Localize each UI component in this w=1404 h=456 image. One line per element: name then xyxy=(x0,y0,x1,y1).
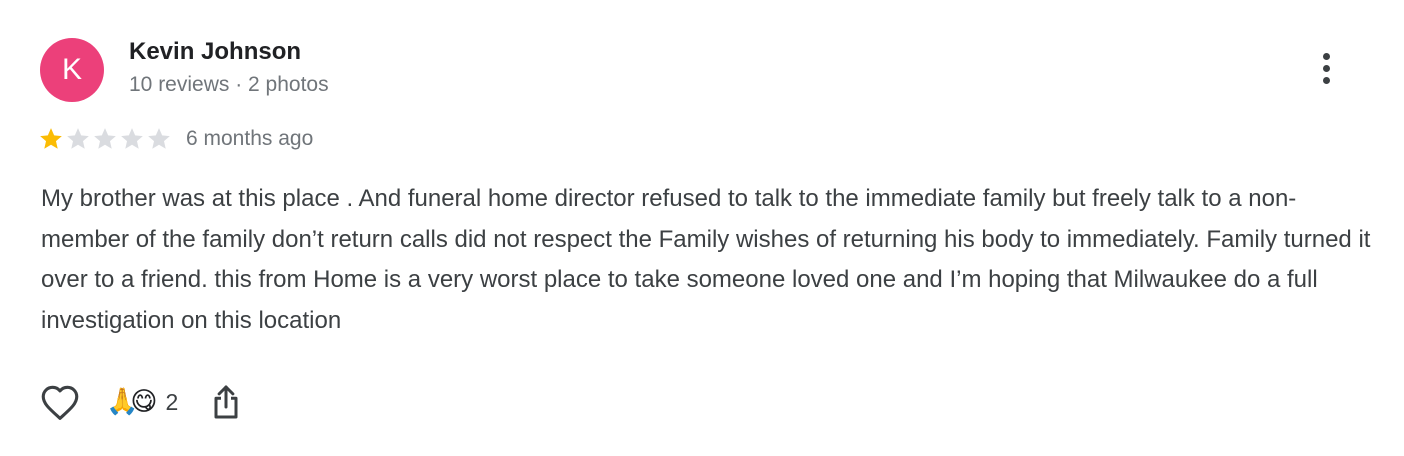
avatar[interactable]: K xyxy=(40,38,104,102)
reaction-count: 2 xyxy=(165,388,179,415)
star-empty-icon xyxy=(121,128,143,149)
more-vert-icon-dot xyxy=(1322,76,1330,84)
author-meta[interactable]: 10 reviews · 2 photos xyxy=(129,73,329,97)
star-filled-icon xyxy=(40,128,62,149)
like-button[interactable] xyxy=(38,380,82,424)
author-name[interactable]: Kevin Johnson xyxy=(129,38,301,66)
more-options-button[interactable] xyxy=(1306,48,1346,88)
star-empty-icon xyxy=(67,128,89,149)
star-rating xyxy=(38,126,172,152)
share-button[interactable] xyxy=(208,380,244,424)
review-text: My brother was at this place . And funer… xyxy=(41,185,1371,334)
avatar-initial: K xyxy=(61,53,82,86)
review-actions: 🙏 😋 2 xyxy=(38,378,244,426)
more-vert-icon-dot xyxy=(1322,64,1330,72)
review-card: K Kevin Johnson 10 reviews · 2 photos 6 … xyxy=(0,0,1404,456)
star-empty-icon xyxy=(94,128,116,149)
share-icon xyxy=(214,385,238,419)
more-vert-icon xyxy=(1322,52,1330,60)
rating-row: 6 months ago xyxy=(38,125,313,153)
review-date: 6 months ago xyxy=(186,127,314,150)
reactions[interactable]: 🙏 😋 2 xyxy=(106,389,178,416)
reaction-emoji: 😋 xyxy=(130,387,158,417)
star-empty-icon xyxy=(148,128,170,149)
heart-outline-icon xyxy=(41,385,79,420)
